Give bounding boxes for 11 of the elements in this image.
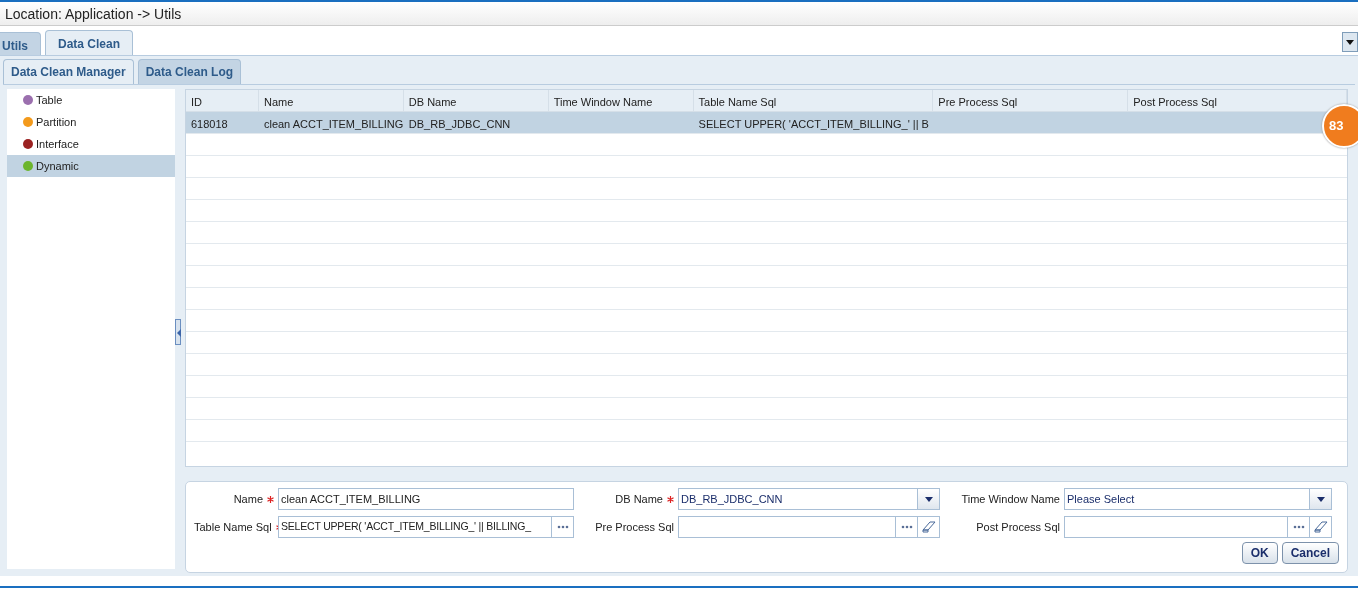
field-label: Post Process Sql (976, 520, 1060, 533)
field-label: Time Window Name (961, 492, 1060, 505)
table-cell-text: SELECT UPPER( 'ACCT_ITEM_BILLING_' || B (697, 117, 930, 132)
field-label: Pre Process Sql (595, 520, 674, 533)
field-label: Name (233, 492, 263, 505)
table-cell-text: DB_RB_JDBC_CNN (407, 117, 512, 132)
table-cell-text: 618018 (190, 117, 229, 132)
field-label: DB Name (615, 492, 663, 505)
table-cell-text: clean ACCT_ITEM_BILLING (262, 117, 404, 132)
location-breadcrumb: Location: Application -> Utils (5, 6, 182, 22)
field-label: Table Name Sql (194, 520, 272, 533)
